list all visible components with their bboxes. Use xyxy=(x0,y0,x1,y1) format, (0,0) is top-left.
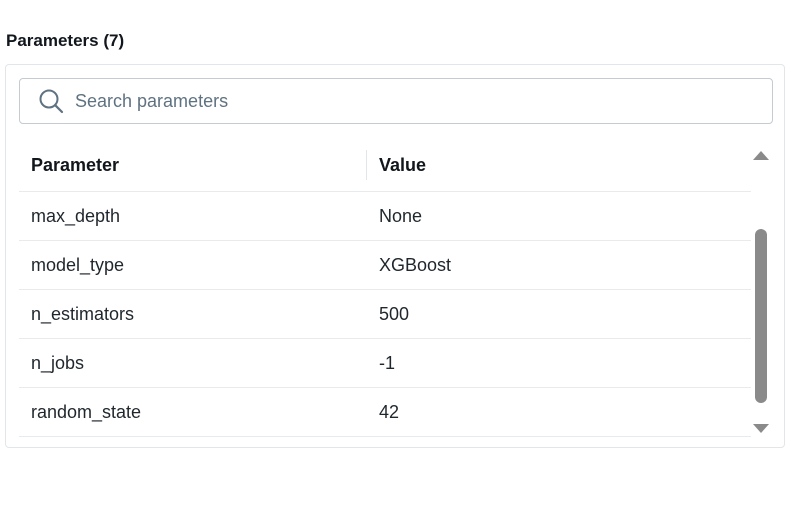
parameter-value: 500 xyxy=(379,303,410,324)
parameter-value: XGBoost xyxy=(379,254,452,275)
parameter-name: model_type xyxy=(31,254,125,275)
parameters-table: Parameter Value max_depth None model_typ… xyxy=(19,139,751,437)
table-row: max_depth None xyxy=(19,192,751,241)
parameters-panel: Parameter Value max_depth None model_typ… xyxy=(5,64,785,448)
parameter-name: max_depth xyxy=(31,205,121,226)
parameter-name: random_state xyxy=(31,401,142,422)
section-title: Parameters (7) xyxy=(6,31,125,50)
search-box[interactable] xyxy=(19,78,773,124)
parameter-name: n_estimators xyxy=(31,303,135,324)
parameter-value: 42 xyxy=(379,401,400,422)
search-icon xyxy=(38,88,64,114)
scrollbar-thumb[interactable] xyxy=(755,229,767,403)
vertical-scrollbar[interactable] xyxy=(751,139,771,437)
parameter-value: -1 xyxy=(379,352,396,373)
arrow-up-icon[interactable] xyxy=(753,151,769,160)
parameter-value: None xyxy=(379,205,423,226)
table-row: model_type XGBoost xyxy=(19,241,751,290)
table-header-row: Parameter Value xyxy=(19,139,751,192)
arrow-down-icon[interactable] xyxy=(753,424,769,433)
table-row: n_estimators 500 xyxy=(19,290,751,339)
table-row: n_jobs -1 xyxy=(19,339,751,388)
column-header-value[interactable]: Value xyxy=(366,150,426,180)
column-header-parameter[interactable]: Parameter xyxy=(19,155,366,176)
table-row: random_state 42 xyxy=(19,388,751,437)
search-input[interactable] xyxy=(75,90,715,112)
parameter-name: n_jobs xyxy=(31,352,85,373)
